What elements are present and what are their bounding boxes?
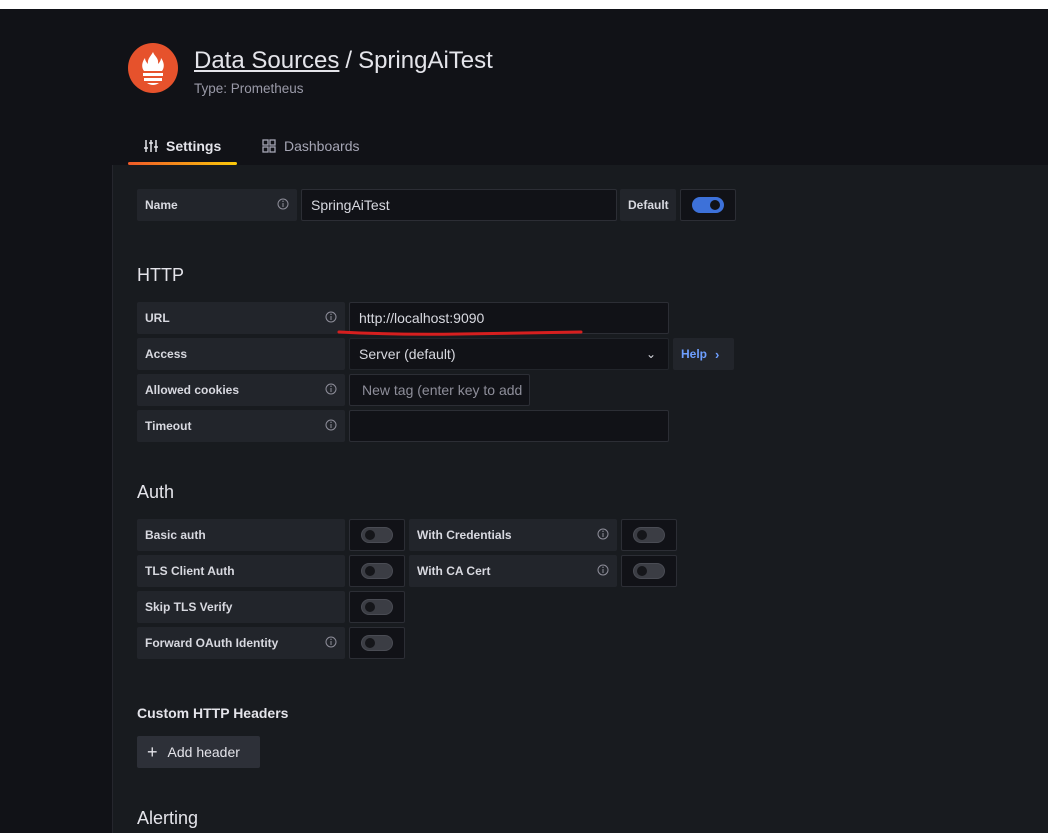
basic-auth-label: Basic auth [137,519,345,551]
with-credentials-switch [633,527,665,543]
default-label: Default [620,189,676,221]
http-heading: HTTP [137,265,184,285]
page: Data Sources / SpringAiTest Type: Promethe… [0,9,1048,833]
chevron-down-icon: ⌄ [645,347,656,361]
breadcrumb-separator: / [345,47,353,74]
default-toggle[interactable] [680,189,736,221]
auth-heading: Auth [137,482,175,502]
tab-settings[interactable]: Settings [128,129,238,165]
basic-auth-switch [361,527,393,543]
name-input[interactable]: SpringAiTest [301,189,617,221]
skip-tls-verify-switch [361,599,393,615]
tab-settings-label: Settings [166,138,222,154]
info-icon [597,528,609,540]
allowed-cookies-label: Allowed cookies [137,374,345,406]
access-select-value: Server (default) [359,346,456,362]
allowed-cookies-input[interactable]: New tag (enter key to add [349,374,530,406]
prometheus-logo-icon [128,43,178,93]
datasource-name-title: SpringAiTest [358,47,493,74]
with-ca-cert-switch [633,563,665,579]
with-credentials-toggle[interactable] [621,519,677,551]
tls-client-auth-label: TLS Client Auth [137,555,345,587]
red-underline-annotation [337,330,583,336]
forward-oauth-switch [361,635,393,651]
tls-client-auth-toggle[interactable] [349,555,405,587]
skip-tls-verify-label: Skip TLS Verify [137,591,345,623]
name-label: Name [137,189,297,221]
custom-headers-heading: Custom HTTP Headers [137,705,289,721]
access-label: Access [137,338,345,370]
with-ca-cert-label: With CA Cert [409,555,617,587]
help-button[interactable]: Help › [673,338,734,370]
timeout-label: Timeout [137,410,345,442]
chevron-right-icon: › [715,346,720,362]
access-select[interactable]: Server (default) ⌄ [349,338,669,370]
info-icon [325,311,337,323]
datasource-type: Type: Prometheus [194,81,304,96]
forward-oauth-toggle[interactable] [349,627,405,659]
with-ca-cert-toggle[interactable] [621,555,677,587]
with-credentials-label: With Credentials [409,519,617,551]
url-label: URL [137,302,345,334]
with-credentials-label-text: With Credentials [417,528,512,542]
window-top-strip [0,0,1048,9]
info-icon [325,419,337,431]
with-ca-cert-label-text: With CA Cert [417,564,491,578]
timeout-label-text: Timeout [145,419,192,433]
tab-dashboards[interactable]: Dashboards [252,129,370,163]
plus-icon: + [147,742,158,762]
allowed-cookies-label-text: Allowed cookies [145,383,240,397]
timeout-input[interactable] [349,410,669,442]
info-icon [325,636,337,648]
info-icon [277,198,289,210]
tab-dashboards-label: Dashboards [284,138,360,154]
default-switch [692,197,724,213]
page-title: Data Sources / SpringAiTest [194,47,493,75]
help-button-label: Help [681,347,708,361]
tls-client-auth-switch [361,563,393,579]
add-header-button[interactable]: + Add header [137,736,260,768]
alerting-heading: Alerting [137,808,199,828]
add-header-label: Add header [167,744,240,760]
apps-grid-icon [262,139,276,153]
forward-oauth-label-text: Forward OAuth Identity [145,636,279,650]
tab-bar: Settings Dashboards [112,129,1048,166]
info-icon [325,383,337,395]
url-label-text: URL [145,311,170,325]
forward-oauth-label: Forward OAuth Identity [137,627,345,659]
settings-panel: Name SpringAiTest Default HTTP URL http:… [112,165,1048,833]
basic-auth-toggle[interactable] [349,519,405,551]
name-label-text: Name [145,198,178,212]
sliders-icon [144,139,158,153]
breadcrumb-data-sources-link[interactable]: Data Sources [194,47,339,74]
info-icon [597,564,609,576]
skip-tls-verify-toggle[interactable] [349,591,405,623]
